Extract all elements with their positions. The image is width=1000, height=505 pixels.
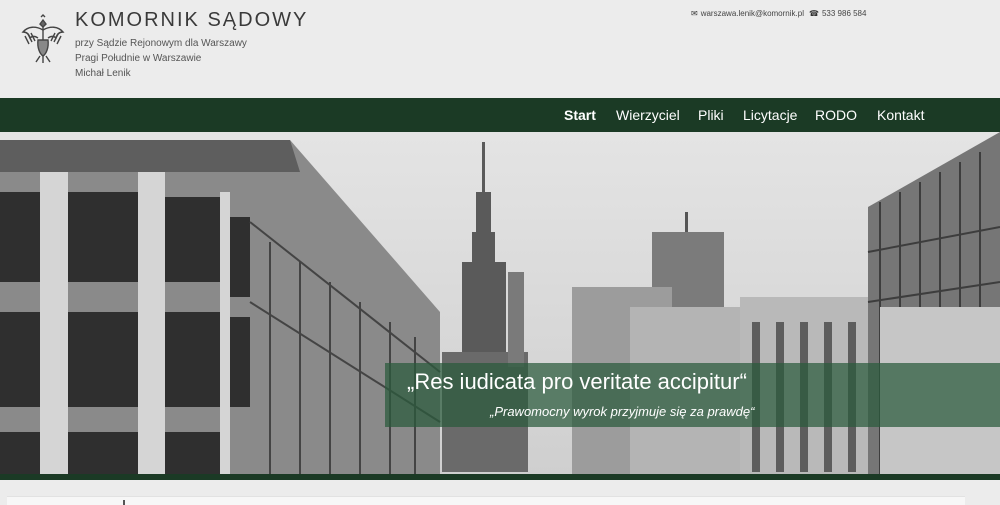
- eagle-emblem-icon[interactable]: [20, 14, 66, 66]
- email-contact[interactable]: ✉ warszawa.lenik@komornik.pl: [691, 9, 804, 18]
- content-marker: [123, 500, 125, 505]
- phone-icon: ☎: [809, 9, 819, 18]
- nav-item-wierzyciel[interactable]: Wierzyciel: [616, 107, 680, 123]
- content-area: [0, 480, 1000, 505]
- main-nav: Start Wierzyciel Pliki Licytacje RODO Ko…: [0, 98, 1000, 132]
- nav-item-start[interactable]: Start: [564, 107, 596, 123]
- envelope-icon: ✉: [691, 9, 698, 18]
- hero-quote: „Res iudicata pro veritate accipitur“: [407, 369, 747, 394]
- site-header: KOMORNIK SĄDOWY przy Sądzie Rejonowym dl…: [0, 0, 1000, 98]
- content-card: [7, 496, 965, 505]
- nav-item-licytacje[interactable]: Licytacje: [743, 107, 797, 123]
- phone-text[interactable]: 533 986 584: [822, 9, 867, 18]
- nav-item-pliki[interactable]: Pliki: [698, 107, 724, 123]
- hero-quote-translation: „Prawomocny wyrok przyjmuje się za prawd…: [490, 404, 755, 419]
- phone-contact[interactable]: ☎ 533 986 584: [809, 9, 866, 18]
- hero-banner: „Res iudicata pro veritate accipitur“ „P…: [0, 132, 1000, 474]
- site-title[interactable]: KOMORNIK SĄDOWY: [75, 9, 308, 32]
- subtitle-line-name: Michał Lenik: [75, 68, 131, 79]
- nav-item-rodo[interactable]: RODO: [815, 107, 857, 123]
- nav-item-kontakt[interactable]: Kontakt: [877, 107, 924, 123]
- subtitle-line-district: Pragi Południe w Warszawie: [75, 53, 202, 64]
- email-text[interactable]: warszawa.lenik@komornik.pl: [701, 9, 804, 18]
- subtitle-line-court: przy Sądzie Rejonowym dla Warszawy: [75, 38, 247, 49]
